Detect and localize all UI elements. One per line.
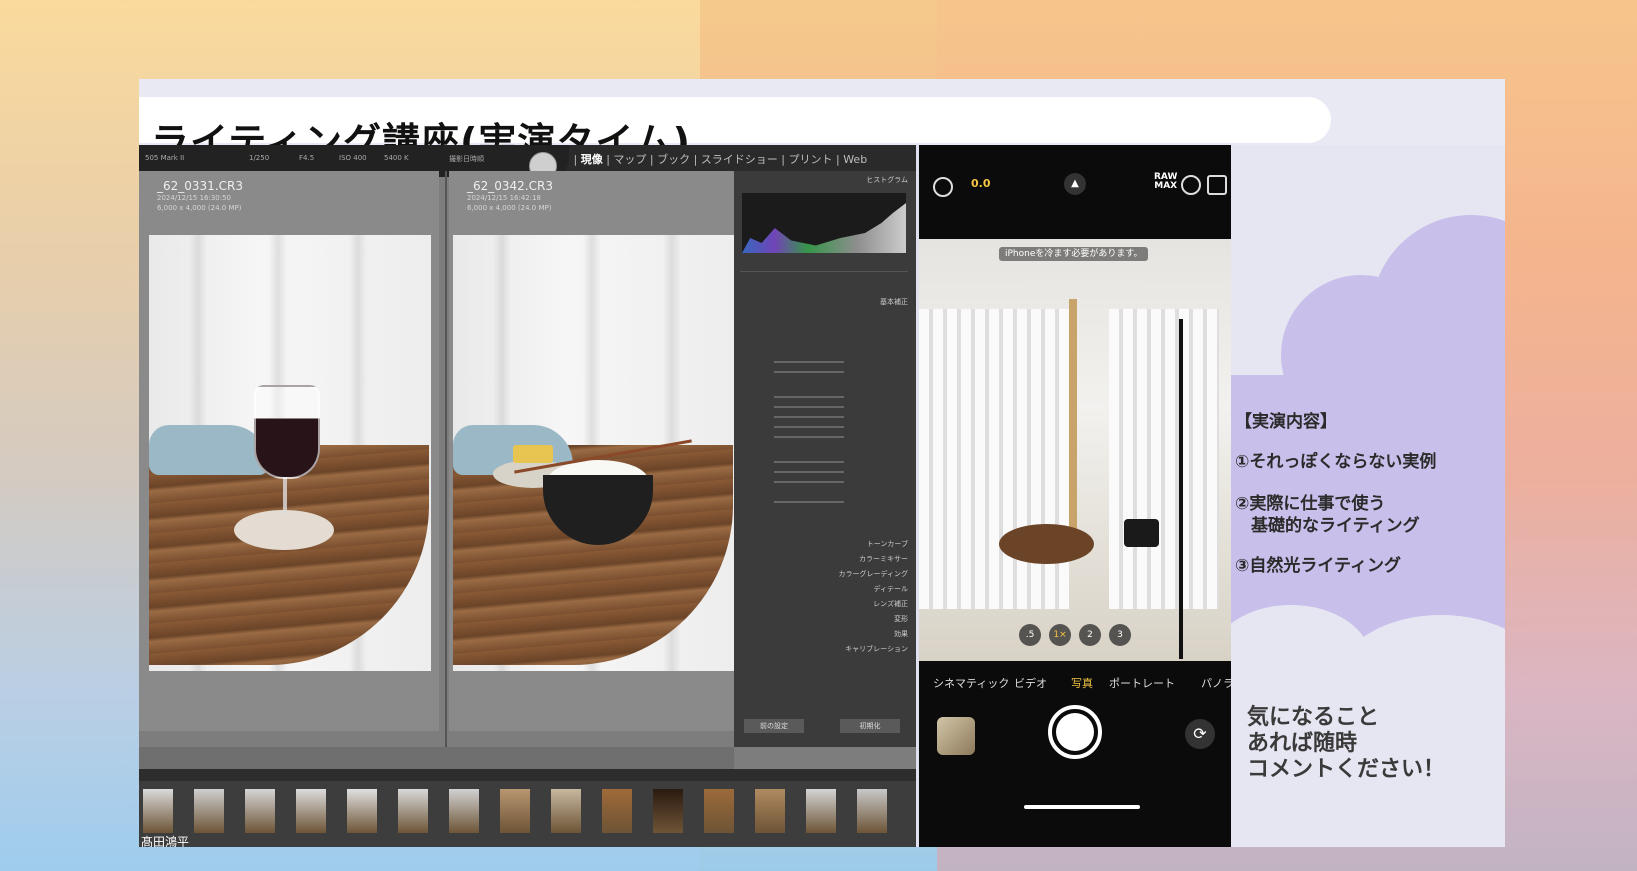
develop-right-panel: ヒストグラム 基本補正 トーンカーブ カラーミキサー カラーグレーディング ディ… [734,171,916,747]
panel-buttons: 前の設定 初期化 [740,719,908,735]
section-effects[interactable]: 効果 [894,629,908,639]
camera-viewfinder[interactable]: iPhoneを冷ます必要があります。 .5 1× 2 3 [919,239,1231,661]
filmstrip-thumbnail[interactable] [551,789,581,833]
camera-mode-selector: シネマティック ビデオ 写真 ポートレート パノラマ [919,675,1245,691]
hud-iso: ISO 400 [339,154,367,162]
hud-camera-model: 505 Mark II [145,154,185,162]
slider[interactable] [774,361,844,363]
filmstrip-thumbnail[interactable] [347,789,377,833]
speaker-name: 髙田鴻平 [141,835,190,847]
filmstrip-thumbnail[interactable] [194,789,224,833]
mode-cinematic[interactable]: シネマティック [933,675,1009,691]
lightroom-window: り | 現像 | マップ | ブック | スライドショー | プリント | We… [139,145,916,847]
hud-shutter: 1/250 [249,154,270,162]
lightroom-toolbar [139,747,734,769]
agenda-item-1: ①それっぽくならない実例 [1235,452,1437,472]
slider[interactable] [774,426,844,428]
section-detail[interactable]: ディテール [873,584,908,594]
slider[interactable] [774,371,844,373]
filmstrip-thumbnail[interactable] [500,789,530,833]
comment-request: 気になること あれば随時 コメントください！ [1247,705,1446,782]
filmstrip-thumbnail[interactable] [296,789,326,833]
compare-left-panel[interactable]: _62_0331.CR3 2024/12/15 16:30:50 6,000 x… [139,171,439,731]
live-photo-icon[interactable] [1181,175,1201,195]
reset-button[interactable]: 初期化 [840,719,900,733]
home-indicator [1024,805,1140,809]
slider[interactable] [774,416,844,418]
filmstrip-thumbnail[interactable] [653,789,683,833]
module-others[interactable]: | マップ | ブック | スライドショー | プリント | Web [603,153,867,166]
agenda-heading: 【実演内容】 [1235,412,1337,432]
zoom-3[interactable]: 3 [1109,624,1131,646]
agenda-text: 【実演内容】 ①それっぽくならない実例 ②実際に仕事で使う 基礎的なライティング… [1231,145,1505,847]
right-filename: _62_0342.CR3 [467,179,553,193]
settings-icon[interactable] [1207,175,1227,195]
section-transform[interactable]: 変形 [894,614,908,624]
left-filename: _62_0331.CR3 [157,179,243,193]
filmstrip-thumbnail[interactable] [806,789,836,833]
slider[interactable] [774,461,844,463]
slider[interactable] [774,481,844,483]
chevron-up-icon[interactable]: ▲ [1064,173,1086,195]
compare-right-panel[interactable]: _62_0342.CR3 2024/12/15 16:42:18 6,000 x… [449,171,749,731]
slider[interactable] [774,396,844,398]
right-photo-rice [453,235,735,671]
mode-photo[interactable]: 写真 [1071,675,1093,691]
section-color-mixer[interactable]: カラーミキサー [859,554,908,564]
filmstrip-thumbnail[interactable] [143,789,173,833]
slide-header: ライティング講座(実演タイム) [139,79,1505,164]
mode-video[interactable]: ビデオ [1014,675,1047,691]
mode-portrait[interactable]: ポートレート [1109,675,1175,691]
last-photo-thumbnail[interactable] [937,717,975,755]
filmstrip-thumbnail[interactable] [857,789,887,833]
presentation-slide: ライティング講座(実演タイム) り | 現像 | マップ | ブック | スライ… [139,79,1505,847]
filmstrip: 髙田鴻平 [139,781,916,847]
filmstrip-thumbnail[interactable] [398,789,428,833]
left-photo-wine [149,235,431,671]
zoom-1x[interactable]: 1× [1049,624,1071,646]
agenda-item-2b: 基礎的なライティング [1251,516,1420,536]
slider[interactable] [774,436,844,438]
zoom-05[interactable]: .5 [1019,624,1041,646]
agenda-panel: 【実演内容】 ①それっぽくならない実例 ②実際に仕事で使う 基礎的なライティング… [1231,145,1505,847]
shutter-button[interactable] [1048,705,1102,759]
overheat-warning: iPhoneを冷ます必要があります。 [999,247,1149,261]
iphone-camera-screen: 0.0 ▲ RAW MAX iPhoneを冷ます必要があります。 .5 1× 2… [919,145,1245,847]
hud-wb: 5400 K [384,154,409,162]
basic-panel-title[interactable]: 基本補正 [880,297,908,307]
title-banner: ライティング講座(実演タイム) [139,97,1331,164]
slider[interactable] [774,406,844,408]
raw-toggle[interactable]: RAW MAX [1154,173,1177,191]
compare-divider [445,171,447,747]
flash-icon[interactable] [933,177,953,197]
filmstrip-thumbnail[interactable] [245,789,275,833]
section-tone-curve[interactable]: トーンカーブ [867,539,908,549]
filmstrip-thumbnail[interactable] [704,789,734,833]
hud-aperture: F4.5 [299,154,315,162]
section-color-grading[interactable]: カラーグレーディング [838,569,908,579]
filmstrip-thumbnail[interactable] [449,789,479,833]
module-develop[interactable]: 現像 [581,153,603,166]
hud-sort[interactable]: 撮影日時順 [449,154,484,164]
zoom-2[interactable]: 2 [1079,624,1101,646]
filmstrip-thumbnail[interactable] [755,789,785,833]
flip-camera-icon[interactable]: ⟳ [1185,719,1215,749]
histogram [742,193,906,253]
left-meta: 2024/12/15 16:30:50 6,000 x 4,000 (24.0 … [157,194,242,212]
right-meta: 2024/12/15 16:42:18 6,000 x 4,000 (24.0 … [467,194,552,212]
section-lens[interactable]: レンズ補正 [873,599,908,609]
module-picker[interactable]: り | 現像 | マップ | ブック | スライドショー | プリント | We… [559,151,867,167]
agenda-item-3: ③自然光ライティング [1235,556,1402,576]
previous-button[interactable]: 前の設定 [744,719,804,733]
filmstrip-header [139,769,916,781]
exposure-value[interactable]: 0.0 [971,177,991,190]
section-calibration[interactable]: キャリブレーション [845,644,908,654]
slider[interactable] [774,501,844,503]
histogram-title: ヒストグラム [866,176,908,184]
filmstrip-thumbnail[interactable] [602,789,632,833]
slider[interactable] [774,471,844,473]
